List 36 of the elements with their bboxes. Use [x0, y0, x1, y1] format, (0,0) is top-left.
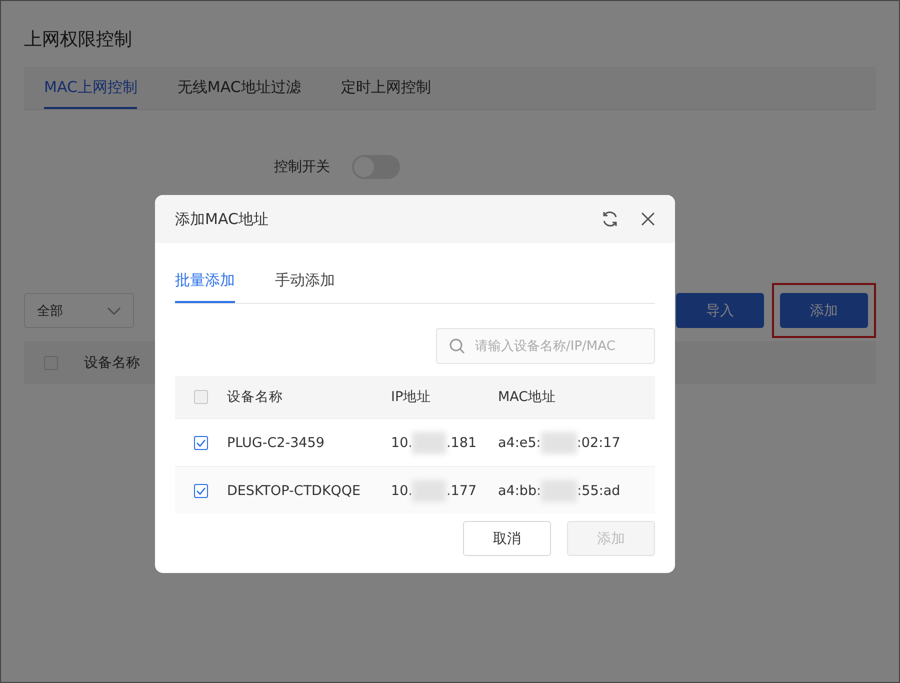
switch-label: 控制开关: [274, 158, 330, 176]
filter-dropdown[interactable]: 全部: [24, 293, 134, 328]
dialog-title: 添加MAC地址: [175, 210, 270, 228]
checkbox[interactable]: [194, 436, 208, 450]
table-cell: :02:17: [576, 434, 620, 450]
close-icon[interactable]: [641, 212, 655, 226]
table-cell: 10.: [391, 482, 412, 498]
table-cell-text: DESKTOP-CTDKQQE: [227, 482, 362, 498]
cancel-button[interactable]: 取消: [463, 521, 551, 556]
search-field[interactable]: 请输入设备名称/IP/MAC: [436, 328, 655, 364]
import-button[interactable]: 导入: [676, 293, 764, 328]
search-icon: [449, 338, 465, 354]
tab[interactable]: 手动添加: [275, 267, 335, 303]
column-header: IP地址: [391, 388, 432, 406]
tab[interactable]: 批量添加: [175, 267, 235, 303]
checkbox[interactable]: [194, 390, 208, 404]
tab[interactable]: MAC上网控制: [44, 67, 138, 109]
refresh-icon[interactable]: [601, 210, 619, 228]
column-header: 设备名称: [84, 354, 140, 372]
table-cell: a4:e5:: [498, 434, 541, 450]
add-button[interactable]: 添加: [780, 293, 868, 328]
column-header: MAC地址: [498, 388, 558, 406]
table-cell: a4:bb:: [498, 482, 542, 498]
redaction-blur: [540, 432, 577, 454]
table-cell-text: PLUG-C2-3459: [227, 434, 326, 450]
column-header: 设备名称: [227, 388, 284, 406]
chevron-down-icon: [107, 306, 121, 314]
tab[interactable]: 无线MAC地址过滤: [177, 67, 301, 109]
page-title: 上网权限控制: [24, 28, 133, 52]
table-cell: .181: [446, 434, 477, 450]
redaction-blur: [412, 432, 446, 454]
checkbox[interactable]: [194, 484, 208, 498]
table-cell: 10.: [391, 434, 412, 450]
table-cell: :55:ad: [577, 482, 620, 498]
tab[interactable]: 定时上网控制: [340, 67, 431, 109]
table-cell: .177: [446, 482, 477, 498]
